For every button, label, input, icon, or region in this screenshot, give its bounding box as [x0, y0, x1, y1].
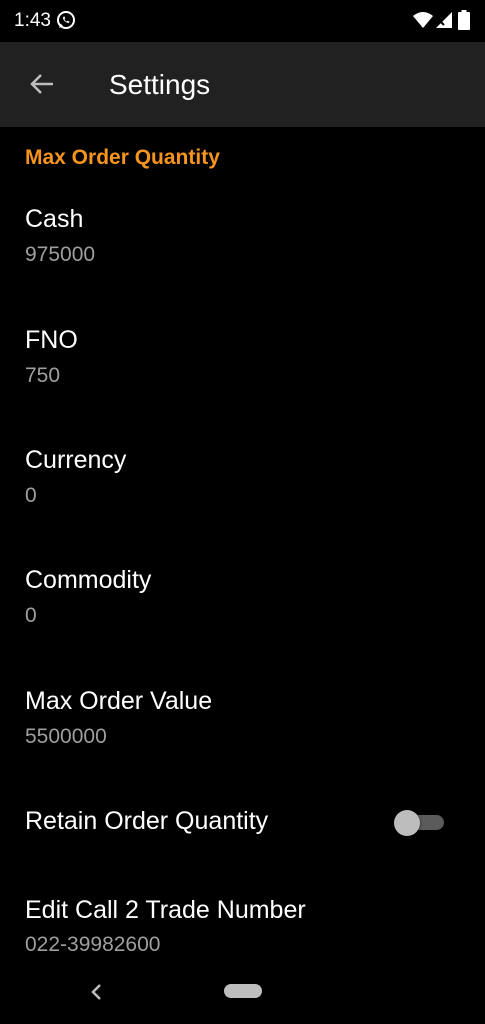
pref-title: Cash: [25, 205, 84, 233]
toggle-thumb: [394, 810, 420, 836]
pref-title: Retain Order Quantity: [25, 807, 269, 835]
retain-order-quantity-toggle[interactable]: [394, 810, 444, 836]
whatsapp-icon: [57, 11, 75, 29]
pref-item-currency[interactable]: Currency 0: [0, 436, 485, 526]
pref-title: Edit Call 2 Trade Number: [25, 896, 306, 924]
page-title: Settings: [109, 69, 211, 100]
pref-summary: 750: [25, 364, 61, 387]
pref-item-fno[interactable]: FNO 750: [0, 316, 485, 406]
pref-title: Max Order Value: [25, 687, 213, 715]
pref-summary: 0: [25, 604, 37, 627]
pref-item-edit-call-2-trade[interactable]: Edit Call 2 Trade Number 022-39982600: [0, 886, 485, 966]
status-time: 1:43: [14, 10, 51, 31]
pref-title: Commodity: [25, 566, 152, 594]
pref-item-max-order-value[interactable]: Max Order Value 5500000: [0, 677, 485, 767]
pref-summary: 975000: [25, 243, 96, 266]
signal-icon: [436, 12, 452, 28]
section-header: Max Order Quantity: [25, 146, 220, 169]
pref-title: Currency: [25, 446, 127, 474]
pref-summary: 022-39982600: [25, 933, 161, 956]
back-button[interactable]: [22, 64, 62, 104]
pref-item-commodity[interactable]: Commodity 0: [0, 556, 485, 646]
pref-item-cash[interactable]: Cash 975000: [0, 195, 485, 285]
home-pill-icon[interactable]: [224, 984, 262, 998]
status-bar: 1:43: [0, 0, 485, 42]
wifi-icon: [413, 12, 433, 28]
arrow-left-icon: [30, 74, 53, 94]
system-nav-bar: [0, 965, 485, 1024]
nav-back-icon[interactable]: [86, 979, 106, 1003]
battery-icon: [458, 10, 470, 30]
pref-summary: 0: [25, 484, 37, 507]
app-bar: Settings: [0, 42, 485, 127]
pref-summary: 5500000: [25, 725, 107, 748]
pref-title: FNO: [25, 326, 78, 354]
